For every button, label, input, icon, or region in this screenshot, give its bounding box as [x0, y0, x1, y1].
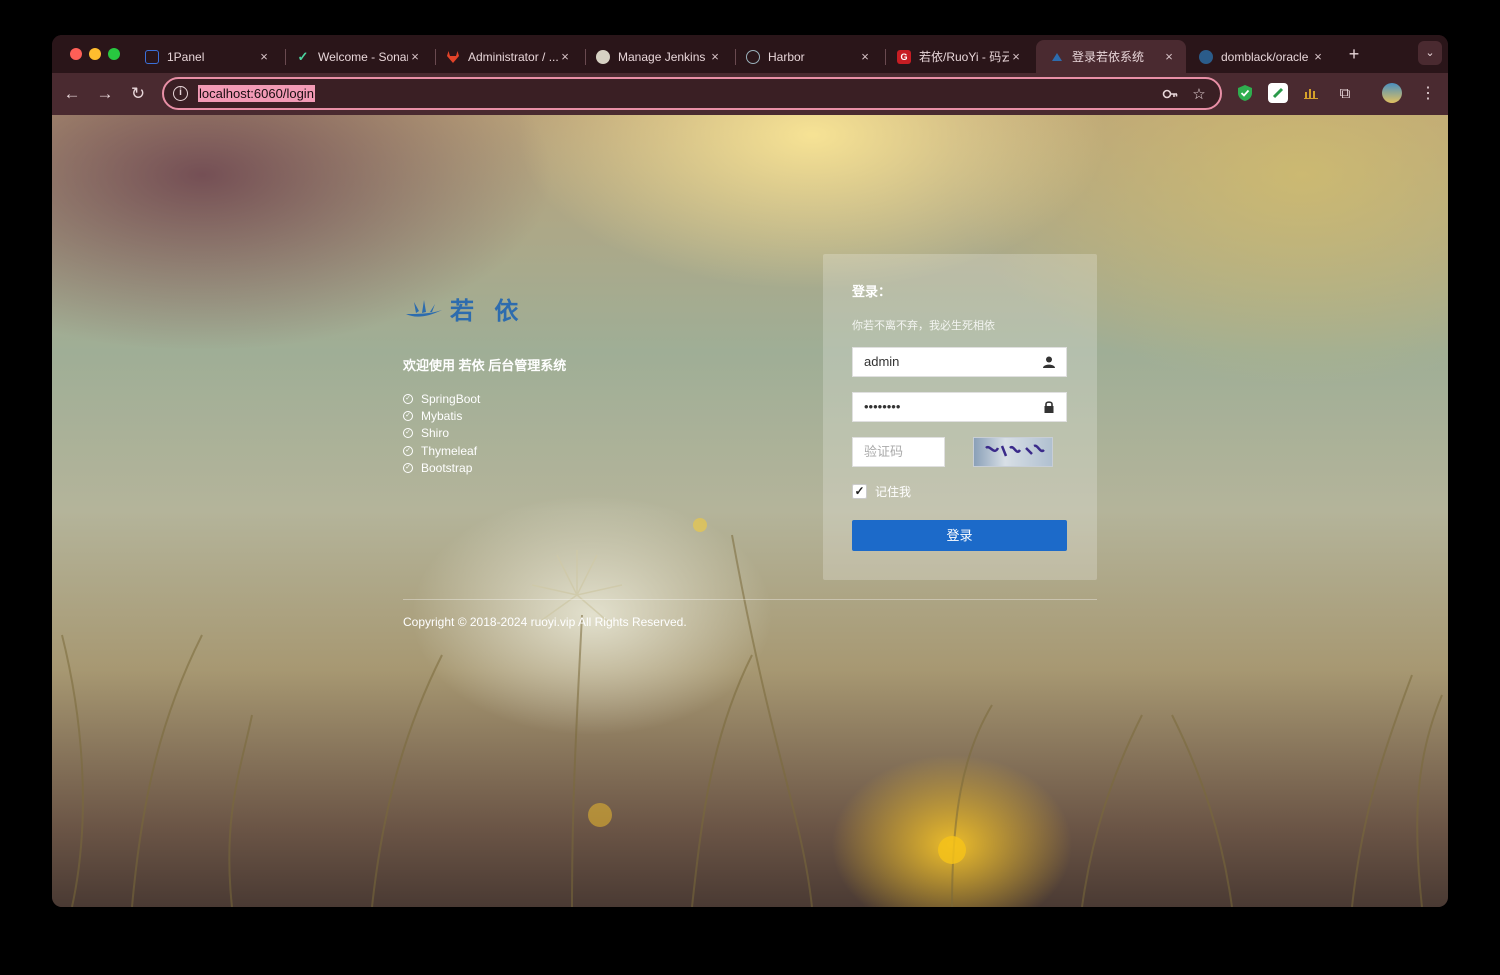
check-circle-icon: ✓: [403, 445, 413, 456]
docker-icon: [1199, 49, 1213, 64]
tab-1panel[interactable]: 1Panel ×: [131, 40, 281, 73]
new-tab-button[interactable]: +: [1344, 44, 1364, 64]
close-window-button[interactable]: [70, 48, 82, 60]
feature-item: ✓ Bootstrap: [403, 459, 480, 476]
reload-icon[interactable]: ↻: [127, 83, 149, 105]
username-field[interactable]: admin: [852, 347, 1067, 377]
green-extension-icon[interactable]: [1268, 83, 1288, 103]
chart-extension-icon[interactable]: [1301, 83, 1321, 103]
minimize-window-button[interactable]: [89, 48, 101, 60]
check-circle-icon: ✓: [403, 428, 413, 439]
ruoyi-icon: [1050, 50, 1064, 64]
user-icon: [1043, 356, 1055, 368]
tab-harbor[interactable]: Harbor ×: [732, 40, 882, 73]
url-text[interactable]: localhost:6060/login: [198, 85, 315, 102]
close-icon[interactable]: ×: [257, 49, 271, 64]
tab-strip: 1Panel × ✓ Welcome - Sonar × Administrat…: [52, 35, 1448, 73]
close-icon[interactable]: ×: [858, 49, 872, 64]
address-bar[interactable]: i localhost:6060/login ☆: [162, 77, 1222, 110]
feature-item: ✓ Shiro: [403, 425, 480, 442]
captcha-input[interactable]: 验证码: [852, 437, 945, 467]
login-page: 若 依 欢迎使用 若依 后台管理系统 ✓ SpringBoot ✓ Mybatis …: [52, 115, 1448, 907]
feature-label: Thymeleaf: [421, 443, 478, 458]
username-value: admin: [864, 354, 900, 369]
login-subtitle: 你若不离不弃，我必生死相依: [852, 320, 995, 332]
tab-title: 若依/RuoYi - 码云: [919, 50, 1009, 64]
jenkins-icon: [596, 49, 610, 64]
feature-label: Shiro: [421, 426, 450, 441]
feature-label: Mybatis: [421, 408, 463, 423]
copyright-text: Copyright © 2018-2024 ruoyi.vip All Righ…: [403, 615, 687, 629]
back-icon[interactable]: ←: [61, 83, 83, 105]
login-form: 登录： 你若不离不弃，我必生死相依 admin •••••••• 验证码 ✓ 记…: [823, 254, 1097, 580]
feature-item: ✓ SpringBoot: [403, 390, 480, 407]
check-circle-icon: ✓: [403, 410, 413, 421]
feature-label: SpringBoot: [421, 391, 481, 406]
feature-label: Bootstrap: [421, 460, 473, 475]
site-info-icon[interactable]: i: [173, 86, 188, 101]
maximize-window-button[interactable]: [108, 48, 120, 60]
tab-search-button[interactable]: ⌄: [1418, 41, 1442, 65]
captcha-glyphs-icon: [985, 444, 1045, 457]
login-title: 登录：: [852, 284, 892, 299]
tab-title: Administrator / ...: [468, 49, 558, 64]
tab-title: 登录若依系统: [1072, 50, 1145, 64]
close-icon[interactable]: ×: [1162, 49, 1176, 64]
remember-me[interactable]: ✓ 记住我: [852, 483, 911, 500]
password-value: ••••••••: [864, 399, 901, 414]
close-icon[interactable]: ×: [558, 49, 572, 64]
tab-jenkins[interactable]: Manage Jenkins ×: [582, 40, 732, 73]
tab-title: Manage Jenkins: [618, 49, 706, 64]
tab-title: Welcome - Sonar: [318, 49, 408, 64]
browser-window: 1Panel × ✓ Welcome - Sonar × Administrat…: [52, 35, 1448, 907]
tab-title: domblack/oracle: [1221, 49, 1309, 64]
1panel-icon: [145, 49, 159, 64]
tab-sonar[interactable]: ✓ Welcome - Sonar ×: [282, 40, 432, 73]
remember-label: 记住我: [875, 485, 912, 499]
check-circle-icon: ✓: [403, 462, 413, 473]
tab-docker[interactable]: domblack/oracle ×: [1185, 40, 1335, 73]
lock-icon: [1044, 401, 1054, 413]
extensions-puzzle-icon[interactable]: ⧉: [1335, 83, 1355, 103]
password-key-icon[interactable]: [1160, 85, 1180, 105]
harbor-icon: [746, 49, 760, 64]
forward-icon[interactable]: →: [94, 83, 116, 105]
shield-extension-icon[interactable]: [1235, 83, 1255, 103]
more-menu-icon[interactable]: ⋮: [1418, 83, 1438, 103]
login-button[interactable]: 登录: [852, 520, 1067, 551]
feature-list: ✓ SpringBoot ✓ Mybatis ✓ Shiro ✓ Thymeleaf ✓…: [403, 390, 480, 476]
background-grass-image: [61, 518, 1443, 907]
toolbar: ← → ↻ i localhost:6060/login ☆ ⧉ ⋮: [52, 73, 1448, 115]
bookmark-star-icon[interactable]: ☆: [1189, 85, 1209, 105]
brand-name: 若 依: [450, 296, 525, 325]
ruoyi-logo: 若 依: [404, 291, 524, 326]
password-field[interactable]: ••••••••: [852, 392, 1067, 422]
tab-ruoyi-login[interactable]: 登录若依系统 ×: [1036, 40, 1186, 73]
close-icon[interactable]: ×: [708, 49, 722, 64]
close-icon[interactable]: ×: [1009, 49, 1023, 64]
welcome-heading: 欢迎使用 若依 后台管理系统: [403, 358, 567, 373]
captcha-image[interactable]: [973, 437, 1053, 467]
sonarqube-icon: ✓: [297, 48, 309, 64]
feature-item: ✓ Thymeleaf: [403, 442, 480, 459]
profile-avatar[interactable]: [1382, 83, 1402, 103]
gitlab-icon: [446, 50, 460, 64]
tab-gitlab[interactable]: Administrator / ... ×: [432, 40, 582, 73]
ruoyi-logo-icon: [406, 299, 442, 317]
check-circle-icon: ✓: [403, 393, 413, 404]
footer-divider: [403, 599, 1097, 600]
gitee-icon: G: [897, 49, 911, 64]
feature-item: ✓ Mybatis: [403, 407, 480, 424]
tab-title: 1Panel: [167, 49, 205, 64]
close-icon[interactable]: ×: [1311, 49, 1325, 64]
close-icon[interactable]: ×: [408, 49, 422, 64]
tab-title: Harbor: [768, 49, 805, 64]
remember-checkbox[interactable]: ✓: [852, 484, 867, 499]
tab-gitee[interactable]: G 若依/RuoYi - 码云 ×: [883, 40, 1033, 73]
